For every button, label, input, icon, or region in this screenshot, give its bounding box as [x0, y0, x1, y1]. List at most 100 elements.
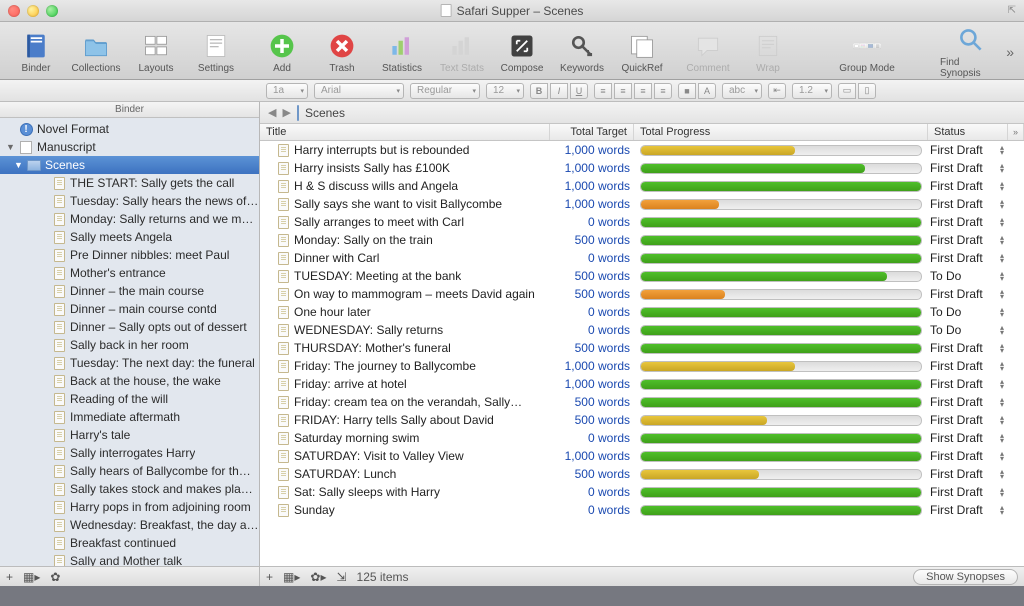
status-stepper[interactable]: ▴▾ [1000, 271, 1004, 281]
row-progress[interactable] [634, 289, 928, 300]
row-progress[interactable] [634, 181, 928, 192]
row-progress[interactable] [634, 433, 928, 444]
table-row[interactable]: SATURDAY: Lunch500 wordsFirst Draft▴▾ [260, 465, 1024, 483]
status-stepper[interactable]: ▴▾ [1000, 415, 1004, 425]
status-stepper[interactable]: ▴▾ [1000, 289, 1004, 299]
column-title[interactable]: Title [260, 124, 550, 140]
nav-forward-button[interactable]: ▶ [282, 106, 290, 119]
row-status[interactable]: First Draft▴▾ [928, 179, 1008, 193]
column-target[interactable]: Total Target [550, 124, 634, 140]
table-row[interactable]: H & S discuss wills and Angela1,000 word… [260, 177, 1024, 195]
sidebar-item-scenes[interactable]: ▼Scenes [0, 156, 259, 174]
column-overflow[interactable]: » [1008, 124, 1024, 140]
status-stepper[interactable]: ▴▾ [1000, 343, 1004, 353]
row-target[interactable]: 0 words [550, 503, 634, 517]
sidebar-scene-item[interactable]: Monday: Sally returns and we m… [0, 210, 259, 228]
status-stepper[interactable]: ▴▾ [1000, 181, 1004, 191]
sidebar-item-novel-format[interactable]: Novel Format [0, 120, 259, 138]
row-status[interactable]: First Draft▴▾ [928, 359, 1008, 373]
align-left-button[interactable]: ≡ [594, 83, 612, 99]
bold-button[interactable]: B [530, 83, 548, 99]
sidebar-scene-item[interactable]: Sally takes stock and makes pla… [0, 480, 259, 498]
sidebar-scene-item[interactable]: Sally and Mother talk [0, 552, 259, 566]
binder-add-button[interactable]: + [6, 570, 13, 584]
sidebar-scene-item[interactable]: Mother's entrance [0, 264, 259, 282]
row-status[interactable]: To Do▴▾ [928, 323, 1008, 337]
table-row[interactable]: Sat: Sally sleeps with Harry0 wordsFirst… [260, 483, 1024, 501]
sidebar-scene-item[interactable]: THE START: Sally gets the call [0, 174, 259, 192]
line-spacing-select[interactable]: 1.2 [792, 83, 832, 99]
row-status[interactable]: First Draft▴▾ [928, 341, 1008, 355]
row-target[interactable]: 1,000 words [550, 359, 634, 373]
list-type-select[interactable]: abc [722, 83, 762, 99]
row-status[interactable]: First Draft▴▾ [928, 431, 1008, 445]
row-progress[interactable] [634, 343, 928, 354]
table-row[interactable]: Saturday morning swim0 wordsFirst Draft▴… [260, 429, 1024, 447]
table-row[interactable]: THURSDAY: Mother's funeral500 wordsFirst… [260, 339, 1024, 357]
row-status[interactable]: First Draft▴▾ [928, 449, 1008, 463]
toolbar-settings[interactable]: Settings [190, 31, 242, 74]
row-progress[interactable] [634, 451, 928, 462]
row-status[interactable]: First Draft▴▾ [928, 287, 1008, 301]
row-progress[interactable] [634, 145, 928, 156]
sidebar-scene-item[interactable]: Sally meets Angela [0, 228, 259, 246]
row-target[interactable]: 500 words [550, 287, 634, 301]
sidebar-scene-item[interactable]: Breakfast continued [0, 534, 259, 552]
toolbar-textstats[interactable]: Text Stats [436, 31, 488, 74]
binder-gear-button[interactable]: ✿ [50, 570, 60, 584]
sidebar-scene-item[interactable]: Pre Dinner nibbles: meet Paul [0, 246, 259, 264]
close-window-button[interactable] [8, 5, 20, 17]
row-progress[interactable] [634, 361, 928, 372]
italic-button[interactable]: I [550, 83, 568, 99]
row-target[interactable]: 0 words [550, 485, 634, 499]
row-target[interactable]: 500 words [550, 413, 634, 427]
row-target[interactable]: 500 words [550, 467, 634, 481]
highlight-button[interactable]: ■ [678, 83, 696, 99]
row-status[interactable]: First Draft▴▾ [928, 233, 1008, 247]
row-target[interactable]: 1,000 words [550, 179, 634, 193]
toolbar-compose[interactable]: Compose [496, 31, 548, 74]
status-stepper[interactable]: ▴▾ [1000, 217, 1004, 227]
row-status[interactable]: First Draft▴▾ [928, 395, 1008, 409]
table-row[interactable]: On way to mammogram – meets David again5… [260, 285, 1024, 303]
sidebar-scene-item[interactable]: Sally back in her room [0, 336, 259, 354]
sidebar-scene-item[interactable]: Reading of the will [0, 390, 259, 408]
outline-add-button[interactable]: + [266, 570, 273, 584]
split-b-button[interactable]: ▯ [858, 83, 876, 99]
row-status[interactable]: First Draft▴▾ [928, 413, 1008, 427]
sidebar-scene-item[interactable]: Harry pops in from adjoining room [0, 498, 259, 516]
row-status[interactable]: First Draft▴▾ [928, 377, 1008, 391]
sidebar-item-manuscript[interactable]: ▼Manuscript [0, 138, 259, 156]
table-row[interactable]: FRIDAY: Harry tells Sally about David500… [260, 411, 1024, 429]
table-row[interactable]: Monday: Sally on the train500 wordsFirst… [260, 231, 1024, 249]
row-status[interactable]: To Do▴▾ [928, 305, 1008, 319]
show-synopses-button[interactable]: Show Synopses [913, 569, 1018, 585]
row-progress[interactable] [634, 469, 928, 480]
row-progress[interactable] [634, 271, 928, 282]
status-stepper[interactable]: ▴▾ [1000, 145, 1004, 155]
table-row[interactable]: Sunday0 wordsFirst Draft▴▾ [260, 501, 1024, 519]
row-progress[interactable] [634, 397, 928, 408]
table-row[interactable]: WEDNESDAY: Sally returns0 wordsTo Do▴▾ [260, 321, 1024, 339]
binder-tree[interactable]: Novel Format ▼Manuscript ▼Scenes THE STA… [0, 118, 259, 566]
sidebar-scene-item[interactable]: Sally hears of Ballycombe for th… [0, 462, 259, 480]
toolbar-keywords[interactable]: Keywords [556, 31, 608, 74]
table-row[interactable]: Friday: cream tea on the verandah, Sally… [260, 393, 1024, 411]
row-target[interactable]: 0 words [550, 215, 634, 229]
row-progress[interactable] [634, 379, 928, 390]
table-row[interactable]: Friday: arrive at hotel1,000 wordsFirst … [260, 375, 1024, 393]
table-row[interactable]: Friday: The journey to Ballycombe1,000 w… [260, 357, 1024, 375]
status-stepper[interactable]: ▴▾ [1000, 361, 1004, 371]
row-progress[interactable] [634, 505, 928, 516]
toolbar-binder[interactable]: Binder [10, 31, 62, 74]
align-right-button[interactable]: ≡ [634, 83, 652, 99]
status-stepper[interactable]: ▴▾ [1000, 253, 1004, 263]
toolbar-trash[interactable]: Trash [316, 31, 368, 74]
text-color-button[interactable]: A [698, 83, 716, 99]
paragraph-style-select[interactable]: 1a [266, 83, 308, 99]
sidebar-scene-item[interactable]: Dinner – main course contd [0, 300, 259, 318]
row-target[interactable]: 0 words [550, 251, 634, 265]
row-status[interactable]: First Draft▴▾ [928, 161, 1008, 175]
row-target[interactable]: 500 words [550, 233, 634, 247]
row-progress[interactable] [634, 415, 928, 426]
